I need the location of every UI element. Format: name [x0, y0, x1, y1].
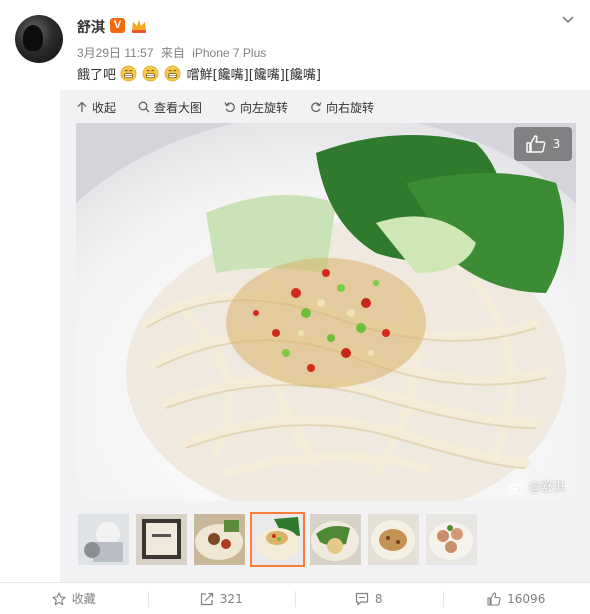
- view-large-button[interactable]: 查看大图: [138, 97, 202, 117]
- post-text-part-2: 嚐鮮[饞嘴][饞嘴][饞嘴]: [186, 68, 322, 83]
- photo-watermark: @舒淇: [508, 478, 565, 495]
- photo-like-count: 3: [552, 137, 561, 151]
- verified-badge-icon: V: [110, 18, 125, 33]
- thumbnail-selected[interactable]: [250, 512, 305, 567]
- source-prefix: 来自: [160, 46, 185, 60]
- magnifier-icon: [138, 101, 150, 113]
- thumbs-up-icon: [525, 135, 546, 153]
- rotate-left-button[interactable]: 向左旋转: [224, 97, 288, 117]
- photo-like-button[interactable]: 3: [514, 127, 572, 161]
- avatar[interactable]: [15, 15, 63, 63]
- comment-count: 8: [374, 591, 383, 606]
- repost-button[interactable]: 321: [147, 583, 296, 614]
- repost-count: 321: [219, 591, 243, 606]
- repost-icon: [200, 592, 213, 605]
- rotate-right-label: 向右旋转: [326, 100, 375, 115]
- chevron-down-icon[interactable]: [560, 12, 576, 28]
- post-text-part-1: 餓了吧: [77, 68, 117, 83]
- thumbnail[interactable]: [136, 514, 187, 565]
- noodle-dish-image: [76, 123, 576, 501]
- favorite-label: 收藏: [71, 592, 96, 606]
- main-photo[interactable]: [76, 123, 576, 501]
- collapse-label: 收起: [92, 100, 117, 115]
- media-toolbar: 收起 查看大图 向左旋转 向右旋转: [76, 97, 374, 117]
- thumbnail-strip: [78, 512, 477, 567]
- crown-icon[interactable]: [130, 17, 148, 34]
- post-footer: 收藏 321 8 16096: [0, 582, 590, 614]
- star-icon: [52, 591, 66, 605]
- grin-emoji-icon: [120, 65, 137, 82]
- rotate-right-icon: [311, 102, 322, 113]
- like-count: 16096: [507, 591, 546, 606]
- weibo-post-card: 舒淇 V 3月29日 11:57 来自 iPhone 7 Plus 餓了吧 嚐鮮…: [0, 0, 590, 614]
- thumbnail[interactable]: [426, 514, 477, 565]
- view-large-label: 查看大图: [154, 100, 203, 115]
- rotate-right-button[interactable]: 向右旋转: [310, 97, 374, 117]
- post-date[interactable]: 3月29日 11:57: [77, 46, 154, 60]
- username[interactable]: 舒淇: [77, 17, 105, 37]
- thumbnail[interactable]: [368, 514, 419, 565]
- weibo-logo-icon: [508, 480, 526, 494]
- thumbnail[interactable]: [194, 514, 245, 565]
- comment-button[interactable]: 8: [295, 583, 443, 614]
- post-meta: 3月29日 11:57 来自 iPhone 7 Plus: [77, 44, 270, 61]
- post-text: 餓了吧 嚐鮮[饞嘴][饞嘴][饞嘴]: [77, 65, 321, 85]
- rotate-left-icon: [224, 102, 235, 113]
- arrow-up-icon: [77, 101, 87, 112]
- favorite-button[interactable]: 收藏: [0, 583, 148, 614]
- grin-emoji-icon: [142, 65, 159, 82]
- collapse-button[interactable]: 收起: [76, 97, 116, 117]
- watermark-text: @舒淇: [529, 480, 566, 494]
- thumbnail[interactable]: [310, 514, 361, 565]
- thumbnail[interactable]: [78, 514, 129, 565]
- rotate-left-label: 向左旋转: [240, 100, 289, 115]
- source-device[interactable]: iPhone 7 Plus: [192, 46, 266, 60]
- like-button[interactable]: 16096: [442, 583, 590, 614]
- thumbs-up-icon: [487, 591, 501, 606]
- comment-icon: [355, 592, 369, 605]
- grin-emoji-icon: [165, 65, 181, 82]
